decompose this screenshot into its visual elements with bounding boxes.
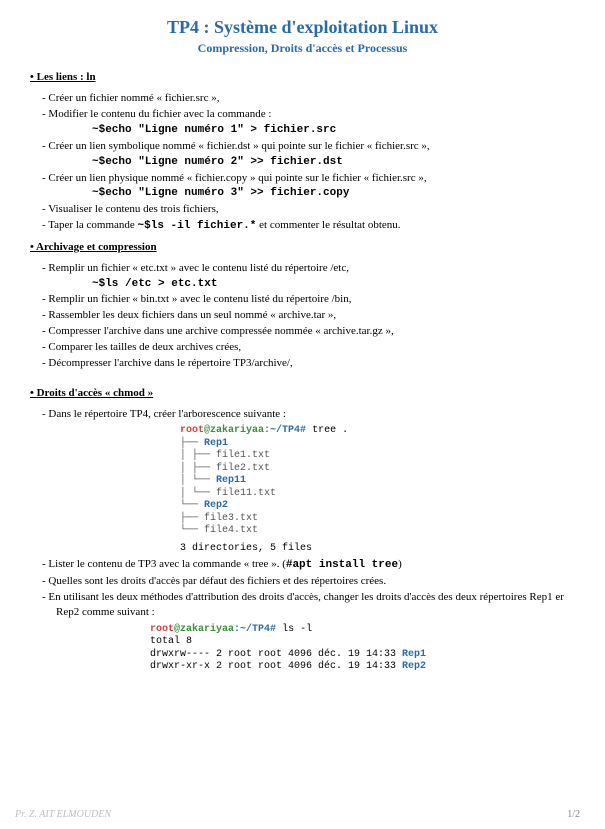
footer-author: Pr. Z. AIT ELMOUDEN: [15, 808, 111, 822]
list-item: Taper la commande ~$ls -il fichier.* et …: [30, 218, 575, 234]
list-item: Modifier le contenu du fichier avec la c…: [30, 107, 575, 122]
list-item: Visualiser le contenu des trois fichiers…: [30, 202, 575, 217]
tree-summary: 3 directories, 5 files: [180, 543, 575, 556]
list-item: Quelles sont les droits d'accès par défa…: [30, 574, 575, 589]
prompt-user: root: [150, 624, 174, 635]
list-item: Compresser l'archive dans une archive co…: [30, 324, 575, 339]
list-item: Créer un fichier nommé « fichier.src »,: [30, 91, 575, 106]
command-line: ~$echo "Ligne numéro 1" > fichier.src: [30, 123, 575, 138]
shell-prompt: root@zakariyaa:~/TP4# ls -l: [150, 624, 575, 637]
tree-dir: Rep1: [204, 438, 228, 449]
list-item: Rassembler les deux fichiers dans un seu…: [30, 308, 575, 323]
tree-line: └── file4.txt: [180, 525, 575, 538]
prompt-path: :~/TP4#: [234, 624, 276, 635]
list-item: Remplir un fichier « bin.txt » avec le c…: [30, 292, 575, 307]
text: et commenter le résultat obtenu.: [256, 219, 400, 231]
section2-heading: Archivage et compression: [30, 240, 575, 255]
doc-title: TP4 : Système d'exploitation Linux: [30, 15, 575, 39]
list-item: Créer un lien symbolique nommé « fichier…: [30, 139, 575, 154]
tree-branch: └──: [180, 500, 204, 511]
section3-heading: Droits d'accès « chmod »: [30, 386, 575, 401]
ls-dir: Rep2: [402, 661, 426, 672]
text: Lister le contenu de TP3 avec la command…: [48, 558, 285, 570]
ls-line: total 8: [150, 636, 575, 649]
list-item: Remplir un fichier « etc.txt » avec le c…: [30, 261, 575, 276]
page-number: 1/2: [567, 808, 580, 822]
list-item: Décompresser l'archive dans le répertoir…: [30, 356, 575, 371]
prompt-host: zakariyaa: [180, 624, 234, 635]
ls-perms: drwxrw---- 2 root root 4096 déc. 19 14:3…: [150, 649, 402, 660]
tree-line: └── Rep2: [180, 500, 575, 513]
ls-perms: drwxr-xr-x 2 root root 4096 déc. 19 14:3…: [150, 661, 402, 672]
command-line: ~$echo "Ligne numéro 3" >> fichier.copy: [30, 186, 575, 201]
prompt-path: :~/TP4#: [264, 425, 306, 436]
prompt-cmd: tree .: [306, 425, 348, 436]
ls-output: root@zakariyaa:~/TP4# ls -l total 8 drwx…: [150, 624, 575, 674]
doc-subtitle: Compression, Droits d'accès et Processus: [30, 40, 575, 56]
list-item: Comparer les tailles de deux archives cr…: [30, 340, 575, 355]
list-item: En utilisant les deux méthodes d'attribu…: [30, 590, 575, 620]
list-item: Dans le répertoire TP4, créer l'arboresc…: [30, 407, 575, 422]
command-line: ~$ls /etc > etc.txt: [30, 277, 575, 292]
list-item: Créer un lien physique nommé « fichier.c…: [30, 171, 575, 186]
inline-command: ~$ls -il fichier.*: [138, 220, 257, 232]
tree-branch: │ └──: [180, 475, 216, 486]
tree-line: │ └── file11.txt: [180, 488, 575, 501]
tree-branch: ├──: [180, 438, 204, 449]
command-line: ~$echo "Ligne numéro 2" >> fichier.dst: [30, 155, 575, 170]
list-item: Lister le contenu de TP3 avec la command…: [30, 557, 575, 573]
ls-dir: Rep1: [402, 649, 426, 660]
section1-heading: Les liens : ln: [30, 70, 575, 85]
prompt-host: zakariyaa: [210, 425, 264, 436]
tree-dir: Rep11: [216, 475, 246, 486]
tree-line: │ ├── file2.txt: [180, 463, 575, 476]
ls-line: drwxrw---- 2 root root 4096 déc. 19 14:3…: [150, 649, 575, 662]
ls-line: drwxr-xr-x 2 root root 4096 déc. 19 14:3…: [150, 661, 575, 674]
prompt-cmd: ls -l: [276, 624, 312, 635]
text: Taper la commande: [48, 219, 137, 231]
tree-output: root@zakariyaa:~/TP4# tree . ├── Rep1 │ …: [180, 425, 575, 555]
prompt-user: root: [180, 425, 204, 436]
text: ): [398, 558, 402, 570]
tree-line: │ ├── file1.txt: [180, 450, 575, 463]
tree-line: ├── file3.txt: [180, 513, 575, 526]
tree-dir: Rep2: [204, 500, 228, 511]
tree-line: ├── Rep1: [180, 438, 575, 451]
inline-command: #apt install tree: [286, 559, 398, 571]
tree-line: │ └── Rep11: [180, 475, 575, 488]
shell-prompt: root@zakariyaa:~/TP4# tree .: [180, 425, 575, 438]
